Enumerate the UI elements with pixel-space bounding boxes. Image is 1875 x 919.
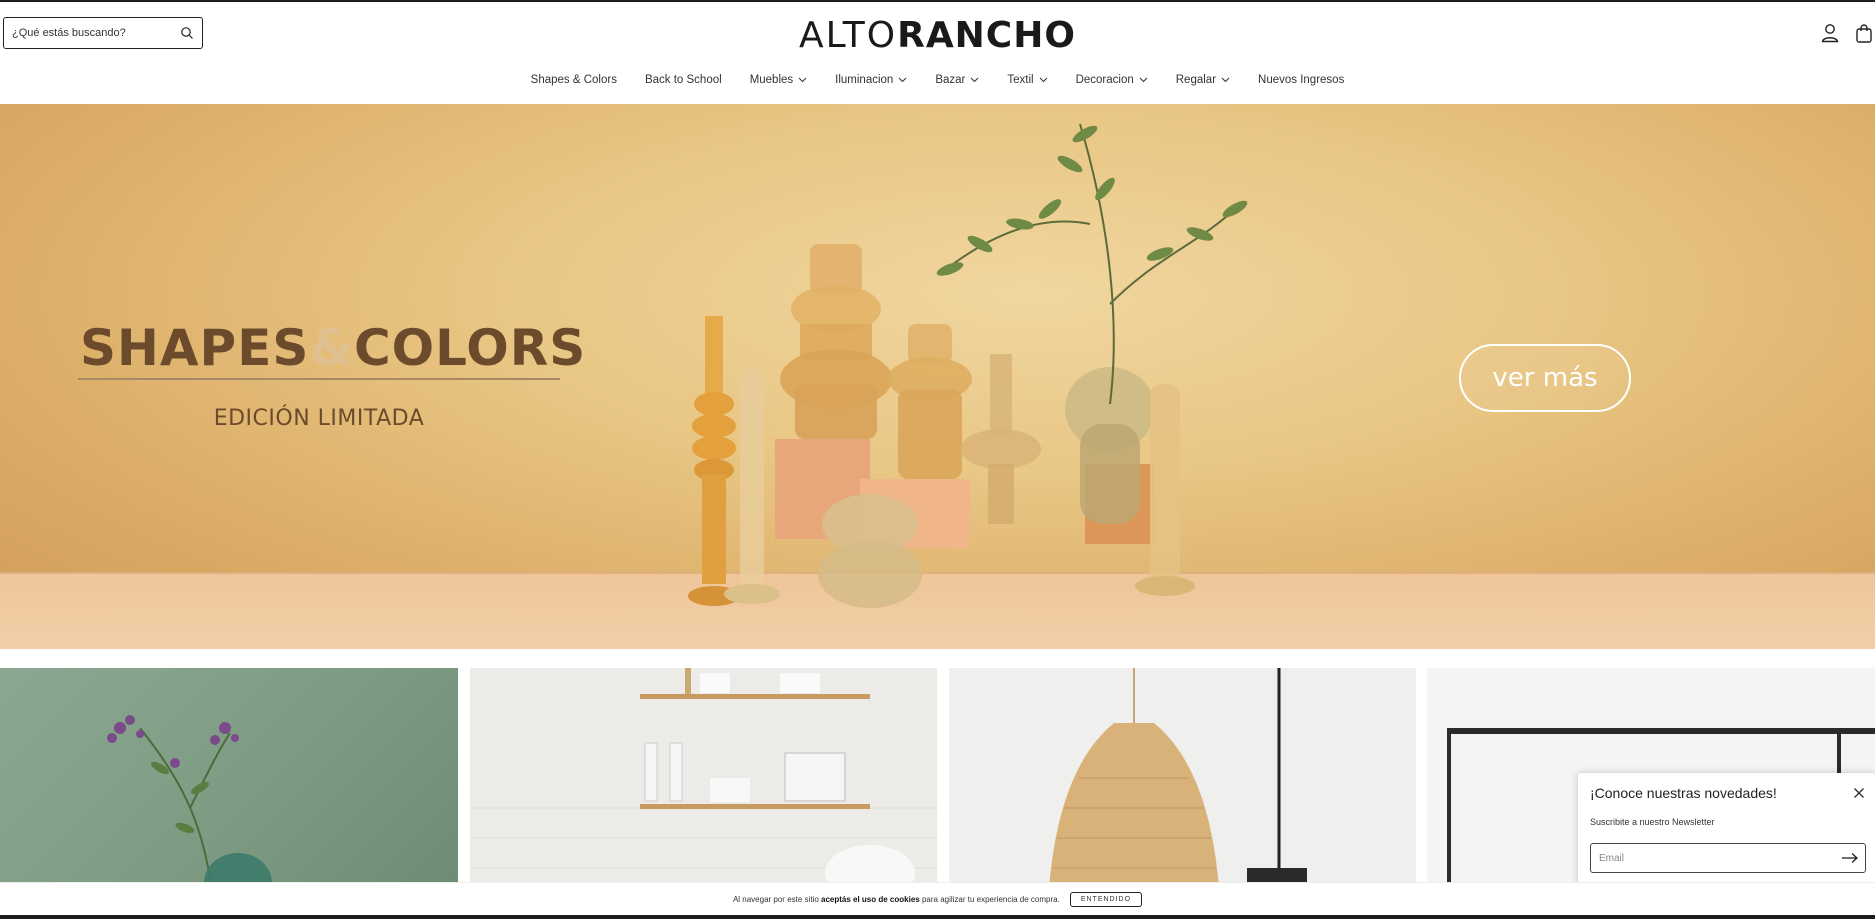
cookie-text-before: Al navegar por este sitio — [732, 894, 819, 904]
bathroom-shelf-image — [470, 668, 937, 888]
page: ALTORANCHO Shapes & Colors Back to School… — [0, 2, 1875, 915]
category-tile[interactable] — [470, 668, 937, 888]
nav-item-label: Back to School — [644, 74, 722, 86]
chevron-down-icon — [1039, 77, 1047, 83]
cookie-bar: Al navegar por este sitio aceptás el uso… — [0, 882, 1875, 915]
logo-part-thin: ALTO — [799, 15, 898, 56]
nav-item-label: Nuevos Ingresos — [1258, 74, 1345, 86]
nav-item-iluminacion[interactable]: Iluminacion — [821, 74, 921, 86]
newsletter-email-input[interactable] — [1599, 852, 1819, 864]
main-nav: Shapes & Colors Back to School Muebles Ilum… — [0, 74, 1875, 86]
newsletter-popup: ¡Conoce nuestras novedades! Suscribite a… — [1578, 773, 1875, 900]
logo-part-bold: RANCHO — [897, 15, 1076, 56]
hero-banner[interactable]: SHAPES&COLORS EDICIÓN LIMITADA ver más — [0, 104, 1875, 649]
nav-item-back-to-school[interactable]: Back to School — [631, 74, 736, 86]
newsletter-email-box[interactable] — [1590, 843, 1866, 873]
flower-vase-image — [107, 715, 272, 888]
nav-item-label: Shapes & Colors — [530, 74, 617, 86]
cookie-text-bold: aceptás el uso de cookies — [821, 894, 920, 904]
chevron-down-icon — [898, 77, 907, 83]
nav-item-regalar[interactable]: Regalar — [1162, 74, 1244, 86]
hero-title-part1: SHAPES — [80, 319, 310, 377]
cookie-accept-button[interactable]: ENTENDIDO — [1069, 891, 1143, 907]
hero-cta-button[interactable]: ver más — [1459, 344, 1631, 412]
close-icon[interactable] — [1853, 787, 1865, 799]
pendant-lamp-image — [1049, 668, 1307, 888]
hero-title-amp: & — [309, 319, 354, 377]
hero-divider — [78, 378, 560, 380]
nav-item-label: Decoracion — [1075, 74, 1134, 86]
glass-vases-image — [688, 123, 1248, 608]
nav-item-label: Iluminacion — [835, 74, 894, 86]
site-header: ALTORANCHO Shapes & Colors Back to School… — [0, 2, 1875, 102]
category-tile[interactable] — [0, 668, 458, 888]
nav-item-label: Bazar — [935, 74, 966, 86]
user-icon[interactable] — [1819, 22, 1841, 44]
nav-item-shapes-colors[interactable]: Shapes & Colors — [517, 74, 631, 86]
chevron-down-icon — [971, 77, 979, 83]
chevron-down-icon — [798, 77, 807, 83]
bottom-strip — [0, 915, 1875, 919]
arrow-right-icon[interactable] — [1841, 852, 1859, 864]
newsletter-title: ¡Conoce nuestras novedades! — [1590, 785, 1777, 801]
chevron-down-icon — [1139, 77, 1148, 83]
chevron-down-icon — [1221, 77, 1230, 83]
nav-item-label: Muebles — [749, 74, 794, 86]
nav-item-label: Textil — [1007, 74, 1034, 86]
category-tile[interactable] — [949, 668, 1416, 888]
site-logo[interactable]: ALTORANCHO — [0, 14, 1875, 56]
hero-title: SHAPES&COLORS — [80, 319, 586, 377]
cookie-text-after: para agilizar tu experiencia de compra. — [921, 894, 1060, 904]
nav-item-bazar[interactable]: Bazar — [921, 74, 993, 86]
newsletter-subtitle: Suscribite a nuestro Newsletter — [1590, 817, 1715, 827]
header-icons — [1819, 22, 1875, 44]
cookie-text: Al navegar por este sitio aceptás el uso… — [733, 895, 1060, 904]
nav-item-textil[interactable]: Textil — [993, 74, 1061, 86]
nav-item-nuevos-ingresos[interactable]: Nuevos Ingresos — [1244, 74, 1358, 86]
nav-item-decoracion[interactable]: Decoracion — [1062, 74, 1162, 86]
hero-title-part2: COLORS — [353, 319, 587, 377]
hero-subtitle: EDICIÓN LIMITADA — [213, 406, 425, 431]
nav-item-muebles[interactable]: Muebles — [736, 74, 821, 86]
shopping-bag-icon[interactable] — [1853, 22, 1875, 44]
nav-item-label: Regalar — [1175, 74, 1217, 86]
